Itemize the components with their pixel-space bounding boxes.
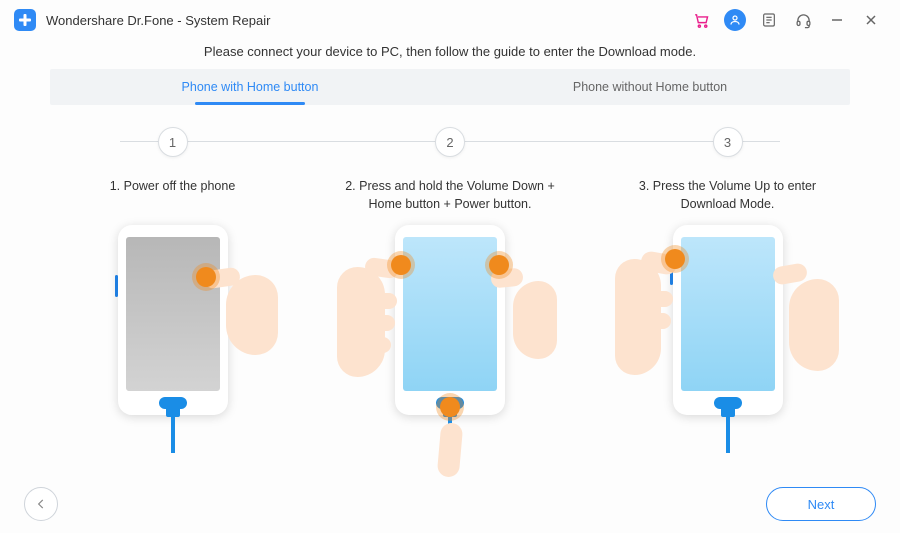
tab-phone-with-home[interactable]: Phone with Home button: [50, 69, 450, 105]
step-badge-1: 1: [158, 127, 188, 157]
steps-container: 1 1. Power off the phone: [50, 127, 850, 487]
step-1: 1 1. Power off the phone: [50, 127, 295, 455]
illustration-volume-up: [643, 225, 813, 455]
back-button[interactable]: [24, 487, 58, 521]
step-2: 2 2. Press and hold the Volume Down + Ho…: [328, 127, 573, 455]
close-button[interactable]: [856, 5, 886, 35]
tab-phone-without-home[interactable]: Phone without Home button: [450, 69, 850, 105]
feedback-icon[interactable]: [754, 5, 784, 35]
cart-icon[interactable]: [686, 5, 716, 35]
minimize-button[interactable]: [822, 5, 852, 35]
window-title: Wondershare Dr.Fone - System Repair: [46, 13, 270, 28]
illustration-hold-buttons: [365, 225, 535, 455]
step-badge-2: 2: [435, 127, 465, 157]
footer-bar: Next: [0, 475, 900, 533]
tab-bar: Phone with Home button Phone without Hom…: [50, 69, 850, 105]
titlebar: Wondershare Dr.Fone - System Repair: [0, 0, 900, 40]
next-button[interactable]: Next: [766, 487, 876, 521]
instruction-text: Please connect your device to PC, then f…: [50, 42, 850, 69]
support-headset-icon[interactable]: [788, 5, 818, 35]
step-caption-2: 2. Press and hold the Volume Down + Home…: [328, 177, 573, 219]
step-badge-3: 3: [713, 127, 743, 157]
user-icon[interactable]: [720, 5, 750, 35]
app-logo-icon: [14, 9, 36, 31]
step-3: 3 3. Press the Volume Up to enter Downlo…: [605, 127, 850, 455]
illustration-power-off: [88, 225, 258, 455]
step-caption-3: 3. Press the Volume Up to enter Download…: [605, 177, 850, 219]
main-content: Please connect your device to PC, then f…: [0, 40, 900, 487]
step-caption-1: 1. Power off the phone: [102, 177, 244, 219]
